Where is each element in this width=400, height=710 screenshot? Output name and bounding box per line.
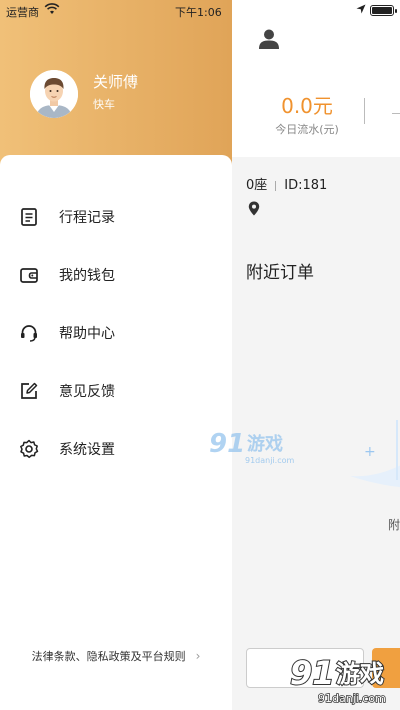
drawer-header: 关师傅 快车 xyxy=(0,0,232,170)
legal-link-label: 法律条款、隐私政策及平台规则 xyxy=(31,650,186,663)
today-income-value: 0.0元 xyxy=(281,94,333,118)
partial-label: 附 xyxy=(388,518,400,532)
menu-item-label: 系统设置 xyxy=(59,442,115,458)
menu-item-help-center[interactable]: 帮助中心 xyxy=(0,304,232,362)
nearby-orders-title: 附近订单 xyxy=(246,263,314,283)
menu-item-label: 意见反馈 xyxy=(59,384,115,400)
divider xyxy=(275,180,277,191)
menu-item-settings[interactable]: 系统设置 xyxy=(0,420,232,478)
status-bar: 运营商 下午1:06 xyxy=(0,0,400,22)
avatar-icon xyxy=(30,70,78,118)
watermark-logo: 91 游戏 91danji.com xyxy=(209,429,295,465)
menu-item-trip-records[interactable]: 行程记录 xyxy=(0,188,232,246)
today-income: 0.0元 今日流水(元) xyxy=(252,90,362,137)
main-header: 0.0元 今日流水(元) xyxy=(232,0,400,157)
chevron-right-icon: › xyxy=(195,649,201,663)
wifi-icon xyxy=(44,3,60,14)
battery-icon xyxy=(370,5,397,16)
gear-icon xyxy=(20,439,39,459)
wallet-icon xyxy=(20,268,38,283)
svg-text:91danji.com: 91danji.com xyxy=(318,692,386,705)
today-income-label: 今日流水(元) xyxy=(275,123,339,136)
headset-icon xyxy=(21,325,37,342)
menu-item-wallet[interactable]: 我的钱包 xyxy=(0,246,232,304)
drawer-menu: 行程记录 我的钱包 帮助中心 意见反馈 系统设置 xyxy=(0,188,232,478)
carrier-label: 运营商 xyxy=(6,6,39,19)
seat-count: 0座 xyxy=(246,178,268,193)
radar-illustration xyxy=(350,420,400,488)
driver-id: ID:181 xyxy=(284,178,328,193)
menu-item-label: 我的钱包 xyxy=(59,268,115,284)
watermark-logo: 91 游戏 91danji.com xyxy=(289,653,387,706)
svg-text:游戏: 游戏 xyxy=(336,660,384,688)
main-page: 0.0元 今日流水(元) 0座 ID:181 附近订单 + 附 xyxy=(232,0,400,710)
driver-info: 0座 ID:181 xyxy=(246,174,327,193)
divider xyxy=(392,113,400,114)
menu-item-feedback[interactable]: 意见反馈 xyxy=(0,362,232,420)
svg-text:91danji.com: 91danji.com xyxy=(245,456,295,465)
driver-name: 关师傅 xyxy=(93,73,139,91)
avatar[interactable] xyxy=(30,70,78,118)
feedback-edit-icon xyxy=(21,382,38,399)
status-time: 下午1:06 xyxy=(175,6,222,19)
svg-text:游戏: 游戏 xyxy=(247,433,283,455)
service-type: 快车 xyxy=(93,98,115,111)
menu-item-label: 帮助中心 xyxy=(59,326,115,342)
side-drawer: 关师傅 快车 行程记录 我的钱包 帮助中心 意见反馈 系统设置 法律条款、隐私政… xyxy=(0,0,232,710)
user-icon[interactable] xyxy=(258,28,280,50)
svg-text:91: 91 xyxy=(290,654,335,692)
svg-text:91: 91 xyxy=(209,429,245,459)
divider xyxy=(364,98,365,124)
legal-link[interactable]: 法律条款、隐私政策及平台规则 › xyxy=(0,648,232,664)
menu-item-label: 行程记录 xyxy=(59,210,115,226)
trip-record-icon xyxy=(21,208,37,226)
location-arrow-icon xyxy=(356,4,366,14)
location-pin-icon xyxy=(248,201,260,216)
